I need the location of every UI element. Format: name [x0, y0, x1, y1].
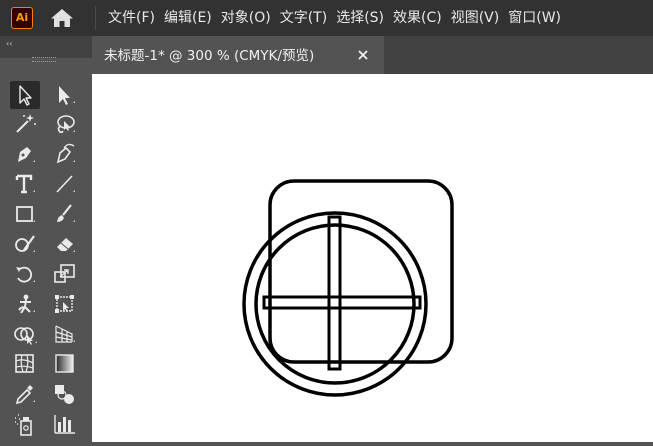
menu-select[interactable]: 选择(S)	[332, 0, 388, 36]
menu-effect[interactable]: 效果(C)	[389, 0, 446, 36]
artboard-canvas[interactable]	[92, 74, 653, 442]
blend-tool-icon[interactable]	[50, 380, 80, 408]
tools-panel: ‹‹	[0, 36, 92, 442]
app-logo: Ai	[11, 7, 33, 29]
type-tool-icon[interactable]	[10, 170, 40, 198]
symbol-sprayer-tool-icon[interactable]	[10, 410, 40, 438]
menu-type[interactable]: 文字(T)	[276, 0, 331, 36]
panel-grip-icon[interactable]	[32, 57, 56, 62]
document-tab-title: 未标题-1* @ 300 % (CMYK/预览)	[104, 48, 315, 64]
menu-divider	[95, 6, 96, 30]
eraser-tool-icon[interactable]	[50, 230, 80, 258]
magic-wand-tool-icon[interactable]	[10, 110, 40, 138]
close-icon[interactable]	[357, 49, 369, 61]
mesh-tool-icon[interactable]	[10, 350, 40, 378]
main-menu: 文件(F) 编辑(E) 对象(O) 文字(T) 选择(S) 效果(C) 视图(V…	[104, 0, 566, 36]
lasso-tool-icon[interactable]	[50, 110, 80, 138]
artwork	[242, 179, 454, 397]
free-transform-tool-icon[interactable]	[50, 290, 80, 318]
menu-window[interactable]: 窗口(W)	[504, 0, 565, 36]
direct-selection-tool-icon[interactable]	[50, 81, 80, 109]
menu-file[interactable]: 文件(F)	[104, 0, 159, 36]
rotate-tool-icon[interactable]	[10, 260, 40, 288]
rectangle-tool-icon[interactable]	[10, 200, 40, 228]
horizontal-bar-shape[interactable]	[262, 295, 422, 310]
column-graph-tool-icon[interactable]	[50, 410, 80, 438]
tools-panel-header: ‹‹	[0, 36, 92, 58]
document-tab-bar: 未标题-1* @ 300 % (CMYK/预览)	[92, 36, 653, 74]
eyedropper-tool-icon[interactable]	[10, 380, 40, 408]
gradient-tool-icon[interactable]	[50, 350, 80, 378]
shaper-tool-icon[interactable]	[10, 230, 40, 258]
vertical-bar-shape[interactable]	[327, 215, 342, 371]
paintbrush-tool-icon[interactable]	[50, 200, 80, 228]
line-segment-tool-icon[interactable]	[50, 170, 80, 198]
selection-tool-icon[interactable]	[10, 81, 40, 109]
rounded-square-shape[interactable]	[268, 179, 454, 364]
menu-view[interactable]: 视图(V)	[447, 0, 504, 36]
home-icon[interactable]	[50, 8, 74, 28]
menu-bar: Ai 文件(F) 编辑(E) 对象(O) 文字(T) 选择(S) 效果(C) 视…	[0, 0, 653, 36]
curvature-tool-icon[interactable]	[50, 140, 80, 168]
shape-builder-tool-icon[interactable]	[10, 320, 40, 348]
pen-tool-icon[interactable]	[10, 140, 40, 168]
menu-edit[interactable]: 编辑(E)	[160, 0, 216, 36]
scale-tool-icon[interactable]	[50, 260, 80, 288]
document-tab[interactable]: 未标题-1* @ 300 % (CMYK/预览)	[92, 36, 384, 74]
perspective-grid-tool-icon[interactable]	[50, 320, 80, 348]
menu-object[interactable]: 对象(O)	[217, 0, 275, 36]
inner-circle-shape[interactable]	[254, 223, 416, 385]
puppet-warp-tool-icon[interactable]	[10, 290, 40, 318]
collapse-panel-icon[interactable]: ‹‹	[6, 39, 12, 49]
